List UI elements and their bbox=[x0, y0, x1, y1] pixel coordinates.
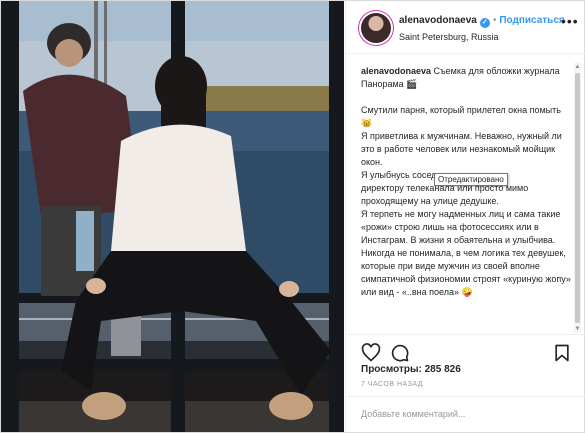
views-value: 285 826 bbox=[424, 364, 461, 375]
heart-icon[interactable] bbox=[361, 343, 381, 363]
caption-area: alenavodonaeva Съемка для обложки журнал… bbox=[361, 65, 571, 333]
post-video[interactable] bbox=[1, 1, 344, 432]
edited-tooltip: Отредактировано bbox=[434, 173, 508, 186]
view-count: Просмотры: 285 826 bbox=[361, 364, 461, 375]
post-sidebar: alenavodonaeva ✓ • Подписаться Saint Peters… bbox=[345, 1, 585, 433]
more-options-icon[interactable]: ••• bbox=[561, 13, 579, 29]
caption-paragraph-2a: Я приветлива к мужчинам. Неважно, нужный… bbox=[361, 131, 562, 167]
separator-dot: • bbox=[492, 15, 497, 26]
video-frame-illustration bbox=[1, 1, 344, 432]
comment-icon[interactable] bbox=[390, 343, 410, 363]
caption-paragraph-1: Смутили парня, который прилетел окна пом… bbox=[361, 105, 561, 128]
timestamp[interactable]: 7 ЧАСОВ НАЗАД bbox=[361, 381, 423, 388]
scroll-down-icon[interactable]: ▼ bbox=[574, 325, 581, 333]
caption-heading: alenavodonaeva Съемка для обложки журнал… bbox=[361, 65, 571, 91]
verified-icon: ✓ bbox=[479, 18, 490, 28]
caption-paragraph-4: Никогда не понимала, в чем логика тех де… bbox=[361, 248, 571, 297]
scroll-up-icon[interactable]: ▲ bbox=[574, 63, 581, 71]
author-username[interactable]: alenavodonaeva bbox=[399, 15, 477, 26]
comment-input[interactable] bbox=[361, 409, 561, 419]
comment-composer bbox=[346, 396, 585, 433]
bookmark-icon[interactable] bbox=[552, 343, 572, 363]
caption-username[interactable]: alenavodonaeva bbox=[361, 66, 431, 76]
caption-scrollbar[interactable]: ▲ ▼ bbox=[574, 63, 581, 333]
post-header: alenavodonaeva ✓ • Подписаться Saint Peters… bbox=[346, 1, 585, 54]
views-label: Просмотры: bbox=[361, 364, 422, 375]
location-link[interactable]: Saint Petersburg, Russia bbox=[399, 32, 499, 42]
avatar[interactable] bbox=[361, 13, 391, 43]
follow-button[interactable]: Подписаться bbox=[499, 15, 564, 26]
author-row: alenavodonaeva ✓ • Подписаться bbox=[399, 15, 565, 28]
caption-paragraph-3: Я терпеть не могу надменных лиц и сама т… bbox=[361, 209, 561, 245]
scroll-thumb[interactable] bbox=[575, 73, 580, 323]
